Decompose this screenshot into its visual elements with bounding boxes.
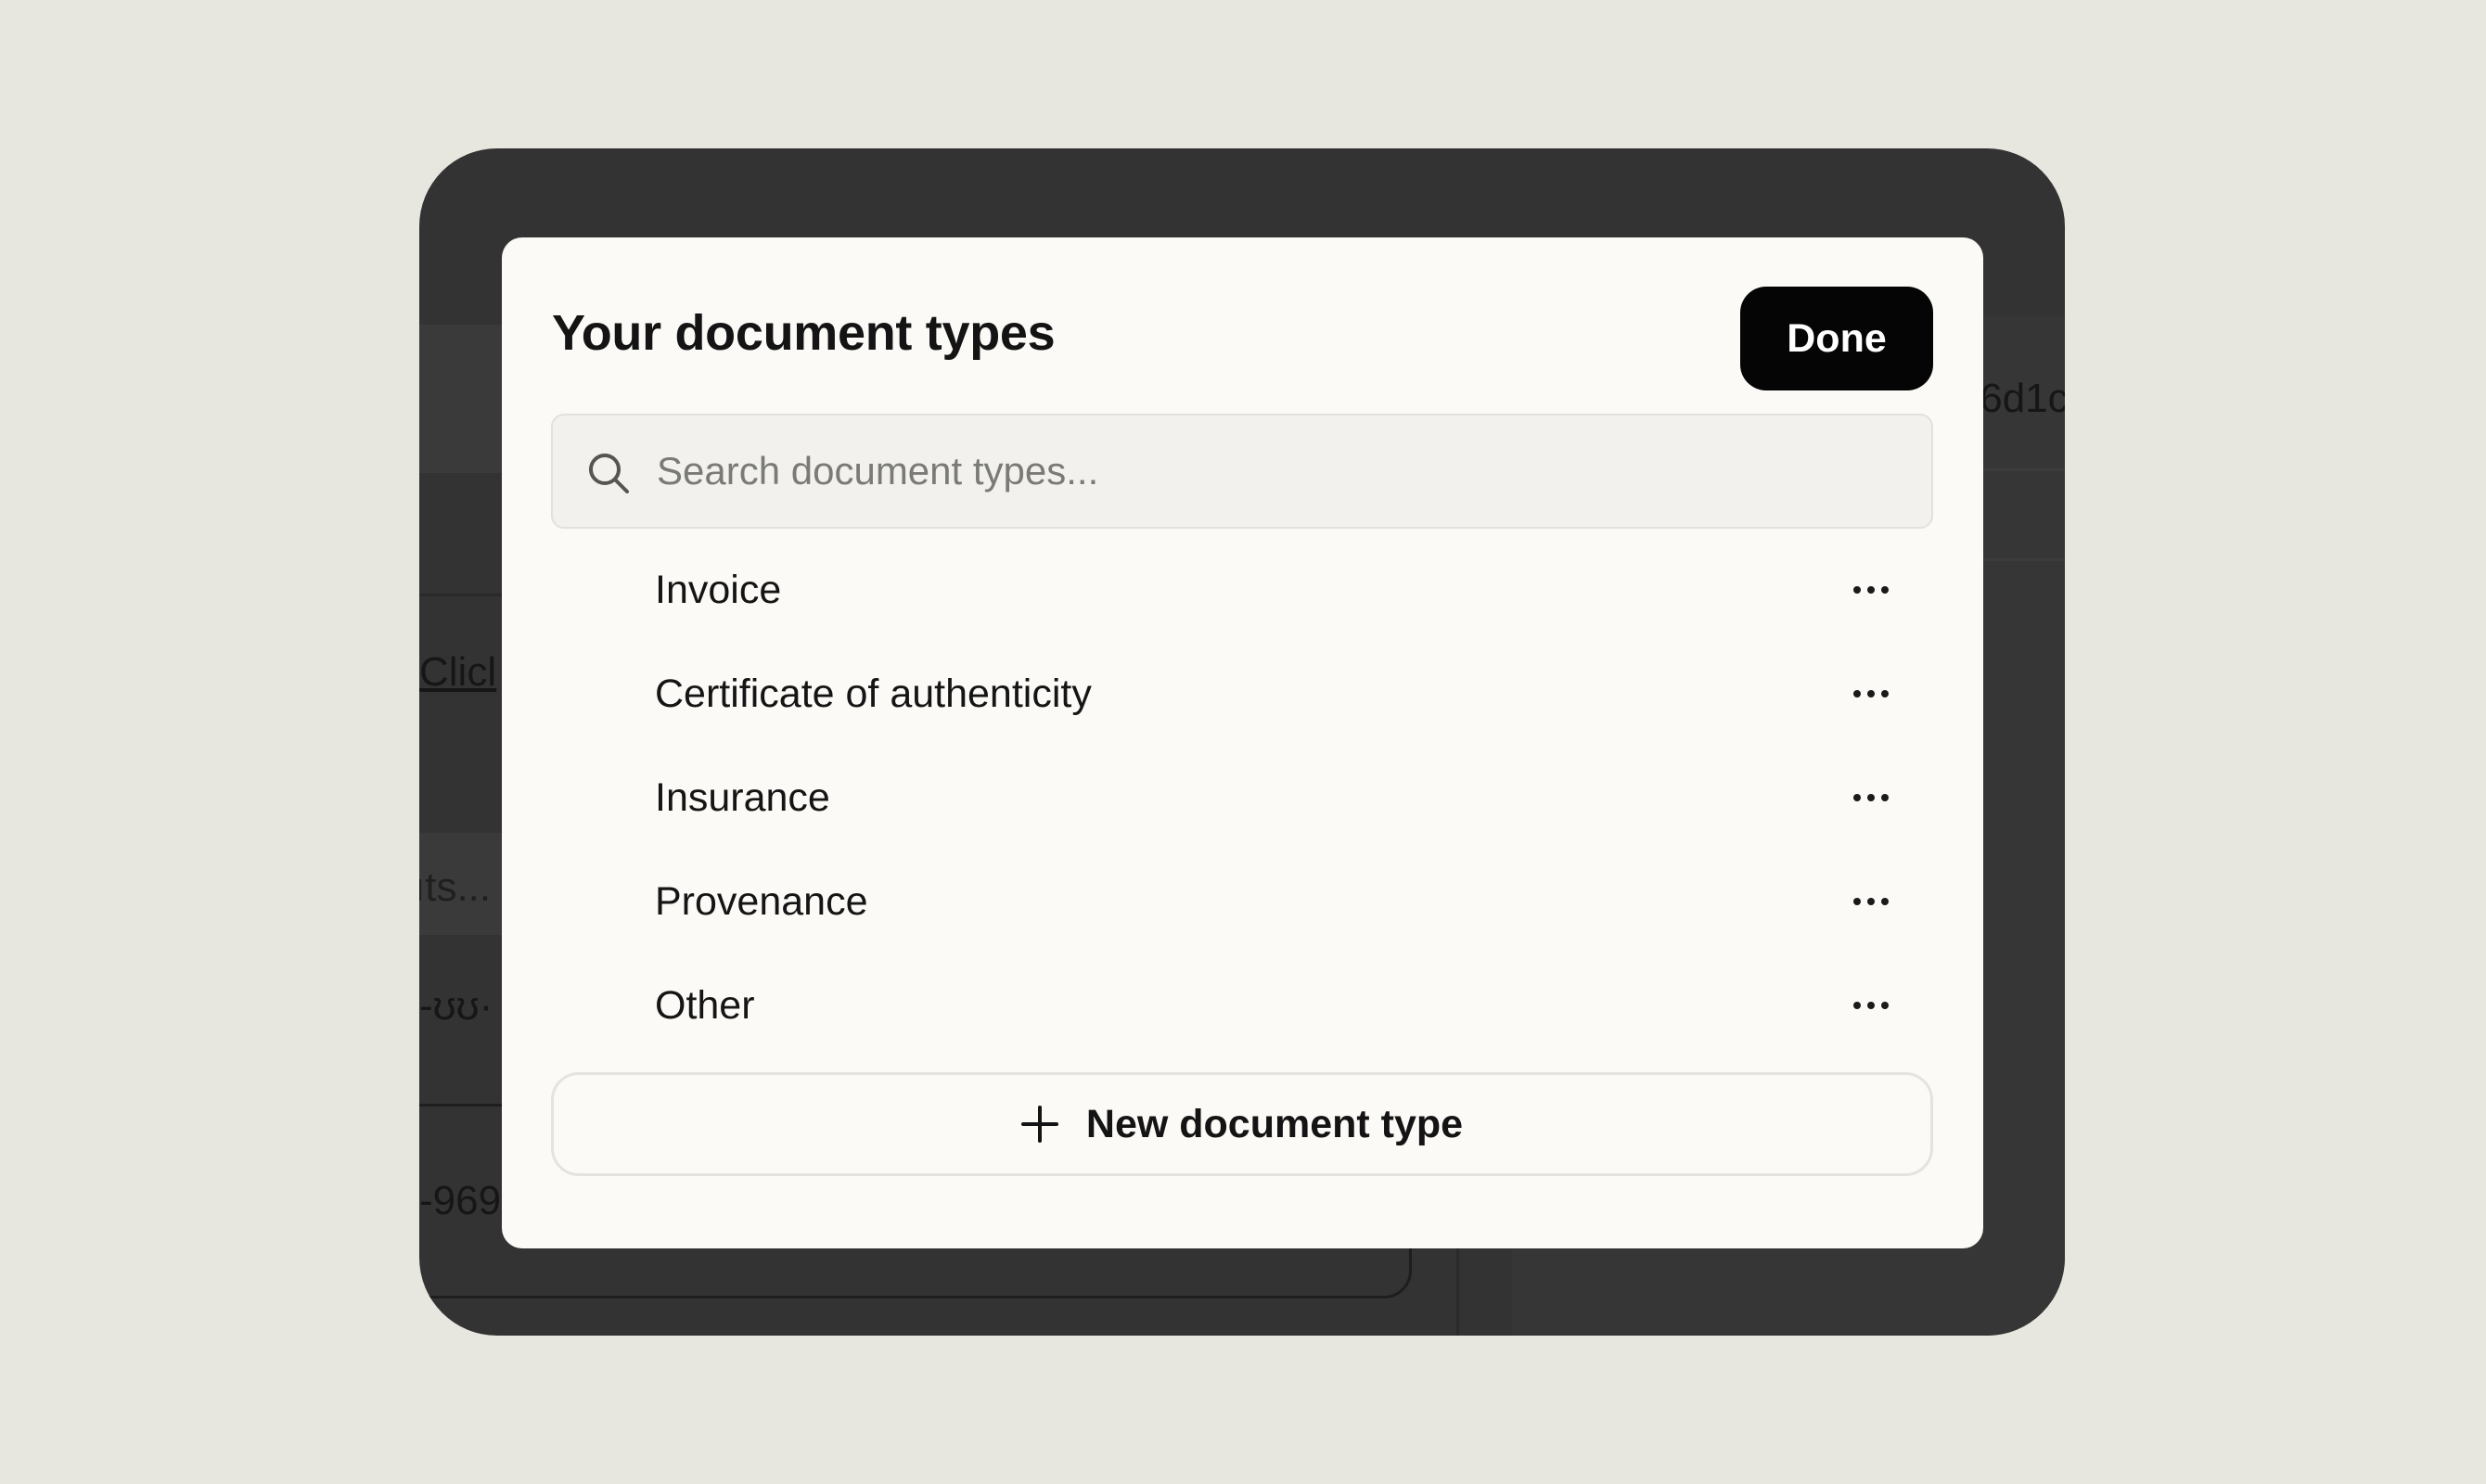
document-type-item[interactable]: Provenance xyxy=(502,850,1983,953)
document-type-label: Certificate of authenticity xyxy=(655,671,1092,716)
done-button[interactable]: Done xyxy=(1740,287,1933,390)
plus-icon xyxy=(1020,1106,1058,1143)
document-type-item[interactable]: Insurance xyxy=(502,746,1983,850)
background-truncated-text: -969 xyxy=(419,1178,502,1223)
document-type-item[interactable]: Invoice xyxy=(502,538,1983,642)
document-type-label: Invoice xyxy=(655,567,782,612)
stage: Clicl ıts... -ʊʊ· -969 .6d1c Your docume… xyxy=(0,0,2486,1484)
new-document-type-button[interactable]: New document type xyxy=(551,1072,1933,1176)
modal-title: Your document types xyxy=(552,305,1056,361)
new-document-type-label: New document type xyxy=(1085,1101,1464,1146)
background-input-text: ıts... xyxy=(419,864,492,910)
background-link-text: Clicl xyxy=(419,649,497,695)
search-field[interactable] xyxy=(551,414,1933,529)
document-type-label: Other xyxy=(655,982,755,1028)
search-icon xyxy=(589,454,629,493)
more-horizontal-icon xyxy=(1853,794,1889,801)
document-type-label: Insurance xyxy=(655,774,830,820)
more-horizontal-icon xyxy=(1853,586,1889,594)
document-types-modal: Your document types Done Invoice Certifi… xyxy=(502,237,1983,1248)
search-input[interactable] xyxy=(657,416,1900,527)
background-cut-text: -ʊʊ· xyxy=(419,983,493,1029)
more-options-button[interactable] xyxy=(1839,668,1903,720)
document-type-label: Provenance xyxy=(655,878,868,924)
document-type-item[interactable]: Other xyxy=(502,953,1983,1057)
document-type-list: Invoice Certificate of authenticity Insu… xyxy=(502,538,1983,1057)
more-options-button[interactable] xyxy=(1839,979,1903,1031)
more-options-button[interactable] xyxy=(1839,564,1903,616)
more-options-button[interactable] xyxy=(1839,772,1903,824)
document-type-item[interactable]: Certificate of authenticity xyxy=(502,642,1983,746)
more-horizontal-icon xyxy=(1853,898,1889,905)
more-options-button[interactable] xyxy=(1839,876,1903,928)
more-horizontal-icon xyxy=(1853,690,1889,697)
more-horizontal-icon xyxy=(1853,1002,1889,1009)
